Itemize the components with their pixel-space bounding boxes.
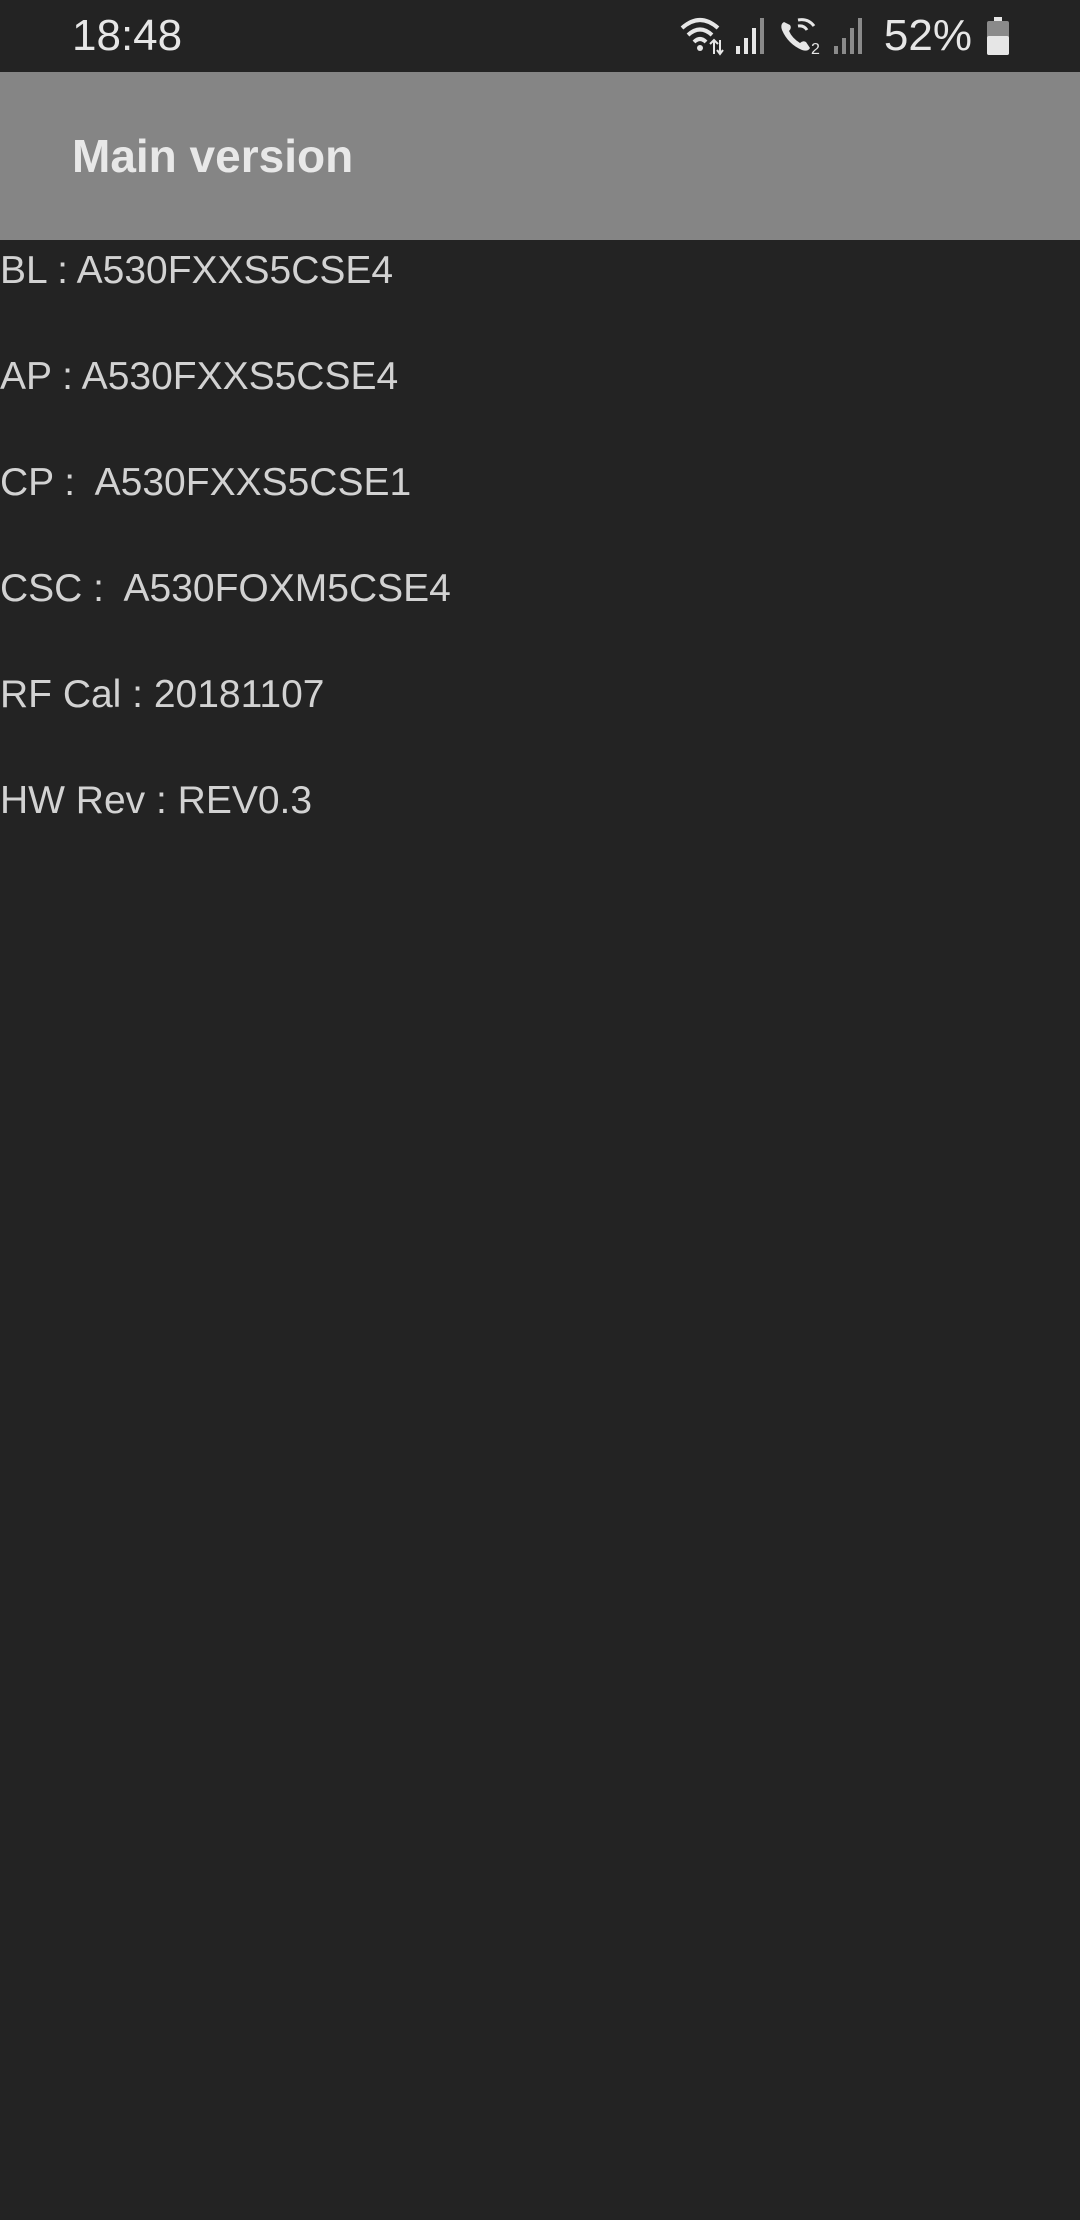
info-row-rf-cal: RF Cal : 20181107 [0,673,325,716]
info-row-cp: CP : A530FXXS5CSE1 [0,461,412,504]
signal-icon [734,16,768,56]
screen: 18:48 2 52% Main version BL: A530FXXS5C… [0,0,1080,2220]
wifi-calling-icon: 2 [778,16,822,56]
battery-icon [986,16,1010,56]
signal-icon [832,16,866,56]
sim-label: 2 [811,41,820,56]
battery-percent: 52% [883,11,972,60]
info-row-bl: BL : A530FXXS5CSE4 [0,249,394,292]
wifi-icon [680,16,724,56]
info-row-ap: AP : A530FXXS5CSE4 [0,355,399,398]
page-title: Main version [72,130,354,182]
status-time: 18:48 [72,11,183,60]
info-row-hw-rev: HW Rev : REV0.3 [0,779,313,822]
status-bar: 18:48 2 52% [0,0,1080,72]
info-row-csc: CSC : A530FOXM5CSE4 [0,567,451,610]
version-info-list: BL : A530FXXS5CSE4 AP : A530FXXS5CSE4 CP… [0,240,1080,876]
app-bar: Main version [0,72,1080,240]
status-icons: 2 52% [680,10,1010,62]
